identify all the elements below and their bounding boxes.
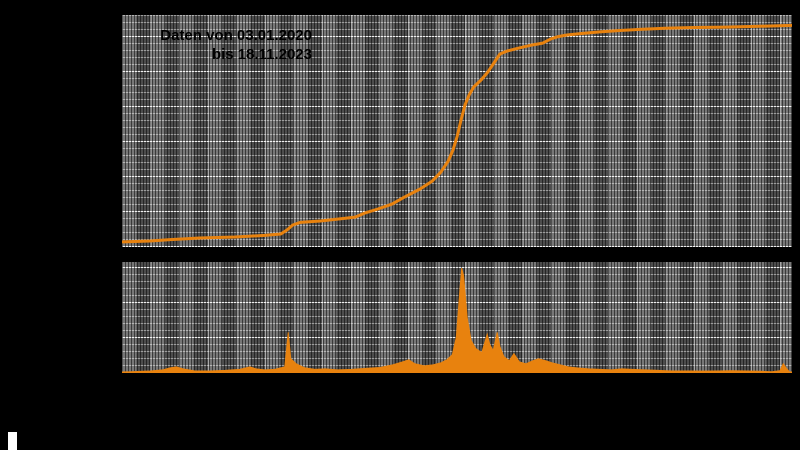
daily-area-chart <box>122 267 792 373</box>
terminal-cursor <box>8 432 17 450</box>
date-range-annotation: Daten von 03.01.2020 bis 18.11.2023 <box>142 26 312 64</box>
annotation-line-2: bis 18.11.2023 <box>211 46 312 63</box>
daily-chart-panel <box>122 262 792 376</box>
cumulative-chart-panel: Daten von 03.01.2020 bis 18.11.2023 <box>122 15 792 249</box>
annotation-line-1: Daten von 03.01.2020 <box>160 27 312 44</box>
terminal-screen: Daten von 03.01.2020 bis 18.11.2023 <box>0 0 800 450</box>
